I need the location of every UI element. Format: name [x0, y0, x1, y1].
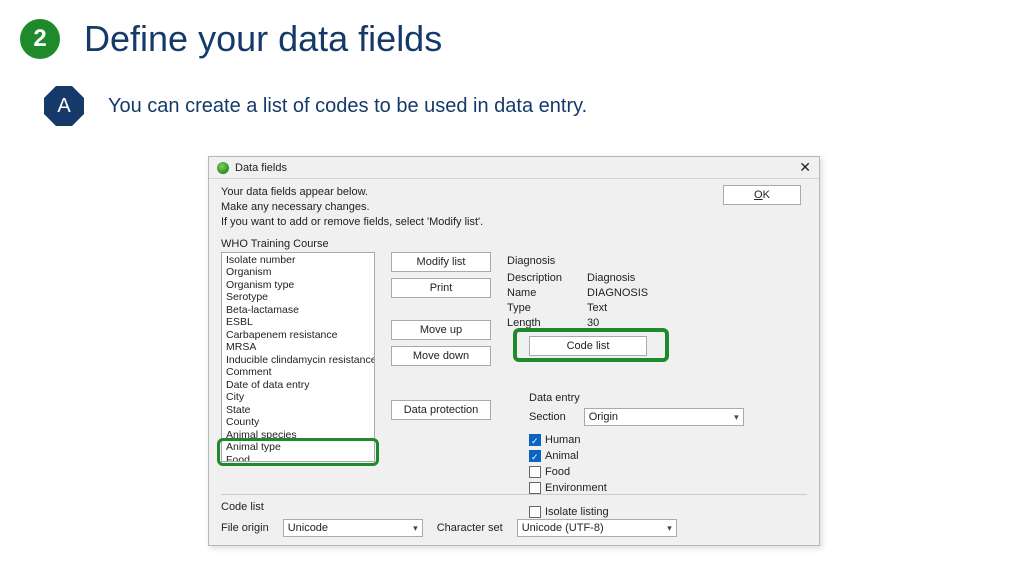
list-item[interactable]: State — [222, 404, 374, 417]
list-item[interactable]: Animal species — [222, 429, 374, 442]
fields-listbox[interactable]: Isolate numberOrganismOrganism typeSerot… — [221, 252, 375, 462]
list-item[interactable]: Serotype — [222, 291, 374, 304]
move-up-button[interactable]: Move up — [391, 320, 491, 340]
list-item[interactable]: Organism type — [222, 279, 374, 292]
data-entry-heading: Data entry — [529, 392, 807, 404]
ok-button[interactable]: OK — [723, 185, 801, 205]
list-item[interactable]: Comment — [222, 366, 374, 379]
substep-letter-badge: A — [44, 86, 84, 126]
section-select[interactable]: Origin ▾ — [584, 408, 744, 426]
charset-label: Character set — [437, 522, 503, 534]
list-item[interactable]: MRSA — [222, 341, 374, 354]
list-item[interactable]: Inducible clindamycin resistance — [222, 354, 374, 367]
section-label: Section — [529, 411, 566, 423]
food-checkbox[interactable] — [529, 466, 541, 478]
environment-checkbox[interactable] — [529, 482, 541, 494]
step-number-badge: 2 — [20, 19, 60, 59]
prop-heading: Diagnosis — [507, 254, 807, 269]
dialog-titlebar: Data fields ✕ — [209, 157, 819, 179]
course-label: WHO Training Course — [221, 238, 807, 250]
field-properties: Diagnosis DescriptionDiagnosis NameDIAGN… — [507, 254, 807, 331]
list-item[interactable]: Date of data entry — [222, 379, 374, 392]
data-fields-dialog: Data fields ✕ OK Your data fields appear… — [208, 156, 820, 546]
checkbox-label: Animal — [545, 448, 579, 464]
list-item[interactable]: County — [222, 416, 374, 429]
slide-title: Define your data fields — [84, 18, 442, 60]
data-protection-button[interactable]: Data protection — [391, 400, 491, 420]
list-item[interactable]: Food — [222, 454, 374, 462]
move-down-button[interactable]: Move down — [391, 346, 491, 366]
checkbox-label: Food — [545, 464, 570, 480]
list-item[interactable]: City — [222, 391, 374, 404]
list-item[interactable]: ESBL — [222, 316, 374, 329]
globe-icon — [217, 162, 229, 174]
list-item[interactable]: Carbapenem resistance — [222, 329, 374, 342]
animal-checkbox[interactable] — [529, 450, 541, 462]
file-origin-select[interactable]: Unicode ▾ — [283, 519, 423, 537]
list-item[interactable]: Beta-lactamase — [222, 304, 374, 317]
list-item[interactable]: Organism — [222, 266, 374, 279]
chevron-down-icon: ▾ — [667, 520, 672, 536]
list-item[interactable]: Isolate number — [222, 254, 374, 267]
code-list-button[interactable]: Code list — [529, 336, 647, 356]
file-origin-label: File origin — [221, 522, 269, 534]
list-item[interactable]: Animal type — [222, 441, 374, 454]
close-icon[interactable]: ✕ — [799, 159, 811, 176]
checkbox-label: Human — [545, 432, 580, 448]
dialog-title: Data fields — [235, 162, 287, 174]
chevron-down-icon: ▾ — [413, 520, 418, 536]
charset-select[interactable]: Unicode (UTF-8) ▾ — [517, 519, 677, 537]
bottom-heading: Code list — [221, 501, 807, 513]
print-button[interactable]: Print — [391, 278, 491, 298]
human-checkbox[interactable] — [529, 434, 541, 446]
intro-text: Your data fields appear below. Make any … — [221, 185, 807, 230]
chevron-down-icon: ▾ — [734, 409, 739, 425]
slide-subtext: You can create a list of codes to be use… — [108, 95, 587, 118]
modify-list-button[interactable]: Modify list — [391, 252, 491, 272]
